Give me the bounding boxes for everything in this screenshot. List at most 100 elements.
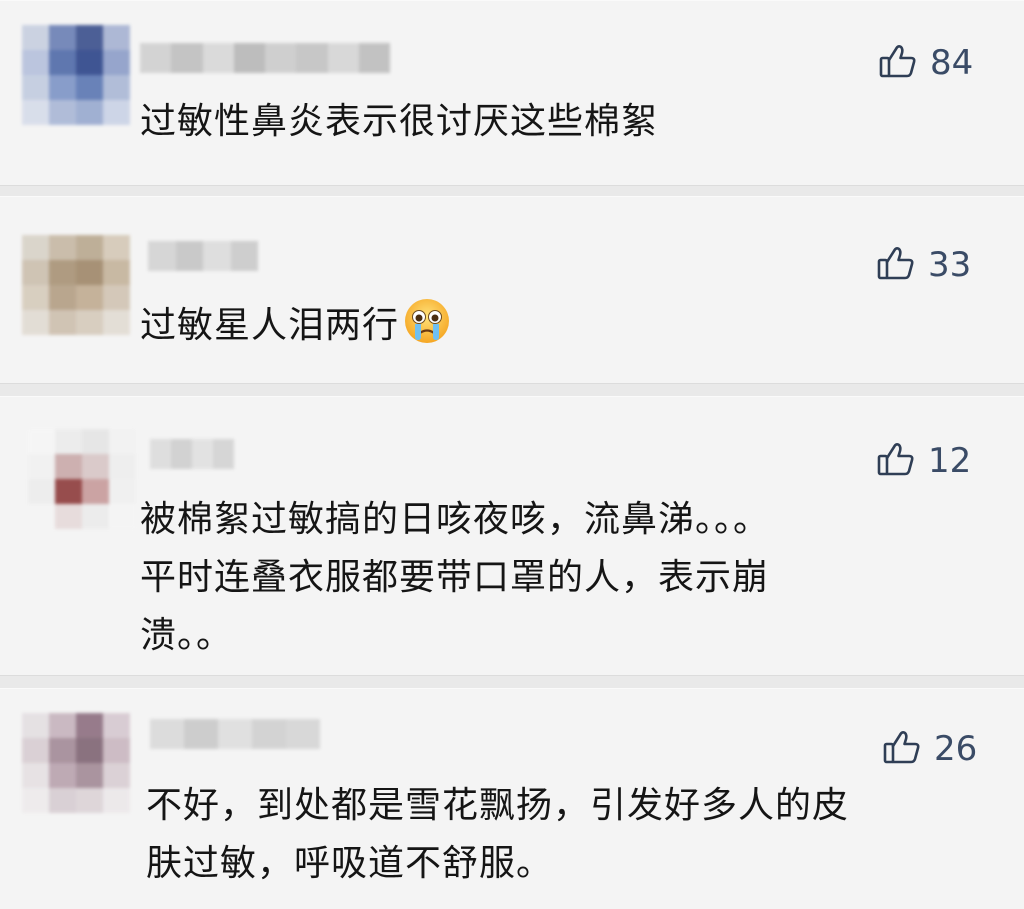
comment-item: 84 过敏性鼻炎表示很讨厌这些棉絮 <box>0 0 1024 186</box>
avatar[interactable] <box>22 25 130 125</box>
avatar-pixel <box>103 285 130 310</box>
avatar-pixel <box>76 310 103 335</box>
avatar-pixel <box>82 504 109 529</box>
avatar[interactable] <box>22 235 130 335</box>
like-count: 26 <box>934 729 978 769</box>
avatar-pixel <box>22 788 49 813</box>
avatar-pixel <box>49 285 76 310</box>
username-pixel <box>296 43 328 73</box>
avatar[interactable] <box>22 713 130 813</box>
avatar-pixel <box>22 260 49 285</box>
avatar-pixel <box>103 50 130 75</box>
like-button[interactable]: 12 <box>876 439 971 483</box>
like-button[interactable]: 84 <box>878 41 973 85</box>
username[interactable] <box>148 241 258 271</box>
avatar-pixel <box>22 75 49 100</box>
avatar-pixel <box>76 788 103 813</box>
username[interactable] <box>150 719 320 749</box>
avatar-pixel <box>49 260 76 285</box>
username-pixel <box>327 43 359 73</box>
avatar-pixel <box>22 25 49 50</box>
avatar-pixel <box>76 285 103 310</box>
avatar-pixel <box>103 788 130 813</box>
avatar-pixel <box>76 100 103 125</box>
avatar-pixel <box>55 429 82 454</box>
avatar-pixel <box>49 100 76 125</box>
avatar-pixel <box>22 100 49 125</box>
avatar-pixel <box>109 504 136 529</box>
avatar-pixel <box>49 788 76 813</box>
avatar-pixel <box>22 310 49 335</box>
username-pixel <box>203 241 231 271</box>
avatar-pixel <box>28 429 55 454</box>
comment-text: 不好，到处都是雪花飘扬，引发好多人的皮 肤过敏，呼吸道不舒服。 <box>146 785 850 884</box>
avatar-pixel <box>76 260 103 285</box>
avatar-pixel <box>22 285 49 310</box>
avatar-pixel <box>49 738 76 763</box>
username-pixel <box>150 439 171 469</box>
avatar-pixel <box>76 738 103 763</box>
avatar-pixel <box>109 479 136 504</box>
username-pixel <box>286 719 320 749</box>
like-count: 33 <box>928 245 972 285</box>
avatar-pixel <box>22 713 49 738</box>
avatar-pixel <box>103 100 130 125</box>
avatar-pixel <box>103 235 130 260</box>
avatar-pixel <box>103 738 130 763</box>
crying-face-emoji <box>405 299 450 343</box>
comment-item: 12 被棉絮过敏搞的日咳夜咳，流鼻涕。。。 平时连叠衣服都要带口罩的人，表示崩 … <box>0 396 1024 676</box>
avatar-pixel <box>82 429 109 454</box>
avatar-pixel <box>49 25 76 50</box>
username-pixel <box>358 43 390 73</box>
like-button[interactable]: 26 <box>882 727 977 771</box>
avatar-pixel <box>103 713 130 738</box>
username-pixel <box>175 241 203 271</box>
avatar-pixel <box>49 75 76 100</box>
comment-text: 被棉絮过敏搞的日咳夜咳，流鼻涕。。。 平时连叠衣服都要带口罩的人，表示崩 溃。。 <box>140 499 771 656</box>
username-pixel <box>171 43 203 73</box>
username-pixel <box>150 719 184 749</box>
avatar-pixel <box>76 75 103 100</box>
avatar-pixel <box>82 479 109 504</box>
avatar[interactable] <box>28 429 136 529</box>
avatar-pixel <box>109 454 136 479</box>
avatar-pixel <box>76 763 103 788</box>
thumbs-up-icon <box>882 727 922 771</box>
username-pixel <box>213 439 234 469</box>
username-pixel <box>148 241 176 271</box>
avatar-pixel <box>49 310 76 335</box>
avatar-pixel <box>49 713 76 738</box>
username-pixel <box>184 719 218 749</box>
avatar-pixel <box>103 260 130 285</box>
avatar-pixel <box>103 310 130 335</box>
thumbs-up-icon <box>876 243 916 287</box>
avatar-pixel <box>49 50 76 75</box>
avatar-pixel <box>28 454 55 479</box>
avatar-pixel <box>103 75 130 100</box>
username-pixel <box>233 43 265 73</box>
avatar-pixel <box>28 504 55 529</box>
username[interactable] <box>150 439 234 469</box>
avatar-pixel <box>49 235 76 260</box>
avatar-pixel <box>22 50 49 75</box>
avatar-pixel <box>28 479 55 504</box>
avatar-pixel <box>76 235 103 260</box>
comment-item: 33 过敏星人泪两行 <box>0 196 1024 384</box>
like-count: 84 <box>930 43 974 83</box>
username[interactable] <box>140 43 390 73</box>
username-pixel <box>140 43 172 73</box>
username-pixel <box>252 719 286 749</box>
avatar-pixel <box>103 763 130 788</box>
avatar-pixel <box>76 25 103 50</box>
comment-item: 26 不好，到处都是雪花飘扬，引发好多人的皮 肤过敏，呼吸道不舒服。 <box>0 688 1024 909</box>
avatar-pixel <box>22 738 49 763</box>
thumbs-up-icon <box>876 439 916 483</box>
like-button[interactable]: 33 <box>876 243 971 287</box>
username-pixel <box>171 439 192 469</box>
avatar-pixel <box>109 429 136 454</box>
avatar-pixel <box>76 713 103 738</box>
comment-text: 过敏性鼻炎表示很讨厌这些棉絮 <box>140 101 659 142</box>
thumbs-up-icon <box>878 41 918 85</box>
username-pixel <box>192 439 213 469</box>
like-count: 12 <box>928 441 972 481</box>
